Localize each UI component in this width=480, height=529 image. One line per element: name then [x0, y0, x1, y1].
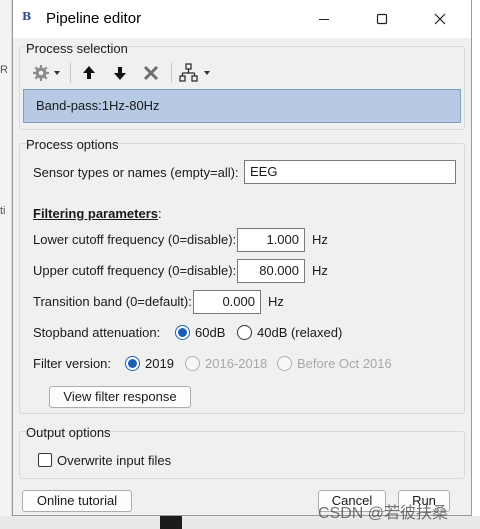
minimize-icon	[319, 19, 329, 20]
filtering-parameters-heading-text: Filtering parameters	[33, 206, 158, 221]
move-up-button[interactable]	[79, 62, 99, 84]
brainstorm-app-icon: B	[22, 10, 32, 23]
gear-menu-button[interactable]	[30, 62, 64, 84]
chevron-down-icon	[54, 71, 60, 75]
arrow-down-icon	[114, 67, 126, 80]
filtering-parameters-heading: Filtering parameters:	[33, 206, 162, 221]
version-before-oct-2016-label[interactable]: Before Oct 2016	[297, 356, 392, 371]
chevron-down-icon	[204, 71, 210, 75]
background-window-edge: R ti	[0, 0, 12, 529]
view-filter-response-button[interactable]: View filter response	[49, 386, 191, 408]
version-before-oct-2016-radio[interactable]	[277, 356, 292, 371]
title-bar[interactable]: B Pipeline editor	[13, 0, 471, 38]
version-2016-2018-label[interactable]: 2016-2018	[205, 356, 267, 371]
process-list-item[interactable]: Band-pass:1Hz-80Hz	[23, 89, 461, 123]
overwrite-input-files-label[interactable]: Overwrite input files	[57, 453, 171, 468]
stopband-40db-label[interactable]: 40dB (relaxed)	[257, 325, 342, 340]
pipeline-tree-icon	[179, 63, 210, 82]
process-selection-title: Process selection	[26, 41, 128, 56]
upper-cutoff-label: Upper cutoff frequency (0=disable):	[33, 263, 237, 278]
toolbar-separator	[171, 63, 172, 83]
stopband-40db-radio[interactable]	[237, 325, 252, 340]
gear-icon	[33, 65, 60, 81]
move-down-button[interactable]	[110, 62, 130, 84]
version-2016-2018-radio[interactable]	[185, 356, 200, 371]
stopband-60db-radio[interactable]	[175, 325, 190, 340]
window-title: Pipeline editor	[46, 10, 142, 27]
delete-x-icon	[143, 65, 159, 81]
maximize-icon	[376, 13, 388, 25]
pipeline-menu-button[interactable]	[178, 62, 214, 84]
version-2019-label[interactable]: 2019	[145, 356, 174, 371]
online-tutorial-button[interactable]: Online tutorial	[22, 490, 132, 512]
sensor-types-input[interactable]: EEG	[244, 160, 456, 184]
maximize-button[interactable]	[359, 0, 405, 38]
version-2019-radio[interactable]	[125, 356, 140, 371]
overwrite-input-files-checkbox[interactable]	[38, 453, 52, 467]
process-options-title: Process options	[26, 137, 119, 152]
transition-band-input[interactable]: 0.000	[193, 290, 261, 314]
filter-version-label: Filter version:	[33, 356, 112, 371]
filtering-parameters-colon: :	[158, 206, 162, 221]
upper-cutoff-unit: Hz	[312, 263, 328, 278]
upper-cutoff-input[interactable]: 80.000	[237, 259, 305, 283]
watermark: CSDN @若彼扶桑	[318, 505, 449, 522]
close-icon	[434, 13, 446, 25]
background-text-fragment: R	[0, 64, 8, 76]
arrow-up-icon	[83, 66, 95, 79]
lower-cutoff-input[interactable]: 1.000	[237, 228, 305, 252]
close-button[interactable]	[417, 0, 463, 38]
sensor-types-label: Sensor types or names (empty=all):	[33, 165, 239, 180]
lower-cutoff-unit: Hz	[312, 232, 328, 247]
stopband-attenuation-label: Stopband attenuation:	[33, 325, 161, 340]
toolbar-separator	[70, 63, 71, 83]
pipeline-editor-window: B Pipeline editor Process selection Band…	[12, 0, 472, 516]
transition-band-unit: Hz	[268, 294, 284, 309]
stopband-60db-label[interactable]: 60dB	[195, 325, 225, 340]
minimize-button[interactable]	[301, 0, 347, 38]
lower-cutoff-label: Lower cutoff frequency (0=disable):	[33, 232, 237, 247]
background-block	[160, 516, 182, 529]
delete-process-button[interactable]	[140, 62, 162, 84]
background-text-fragment: ti	[0, 205, 6, 217]
transition-band-label: Transition band (0=default):	[33, 294, 192, 309]
output-options-title: Output options	[26, 425, 111, 440]
